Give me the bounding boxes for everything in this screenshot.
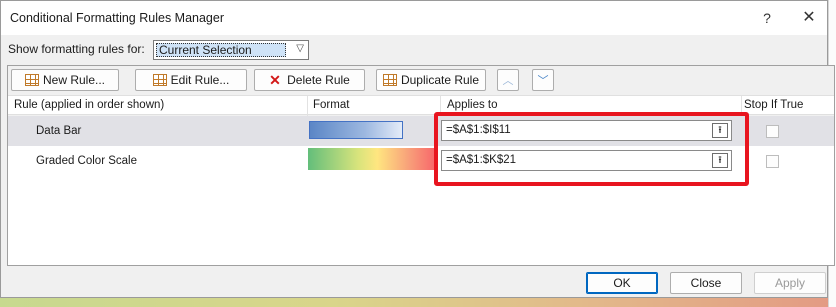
header-divider [307, 96, 308, 116]
apply-button[interactable]: Apply [754, 272, 826, 294]
delete-rule-button[interactable]: ✕ Delete Rule [254, 69, 365, 91]
header-applies-to: Applies to [447, 99, 498, 111]
edit-rule-label: Edit Rule... [170, 73, 230, 87]
rule-name: Graded Color Scale [36, 155, 137, 167]
chevron-up-icon: ︿ [502, 75, 514, 87]
help-button[interactable]: ? [753, 7, 781, 29]
duplicate-rule-button[interactable]: Duplicate Rule [376, 69, 486, 91]
edit-rule-icon [152, 74, 167, 86]
ok-button[interactable]: OK [586, 272, 658, 294]
new-rule-label: New Rule... [42, 73, 106, 87]
close-icon[interactable]: ✕ [795, 7, 823, 29]
conditional-formatting-dialog: Conditional Formatting Rules Manager ? ✕… [0, 0, 835, 298]
duplicate-rule-icon [382, 74, 397, 86]
color-scale-format-preview [308, 148, 434, 170]
rules-toolbar: New Rule... Edit Rule... ✕ Delete Rule D… [8, 66, 834, 94]
move-up-button[interactable]: ︿ [497, 69, 519, 91]
show-rules-selected-value: Current Selection [156, 43, 286, 57]
dialog-title: Conditional Formatting Rules Manager [10, 11, 224, 25]
new-rule-button[interactable]: New Rule... [11, 69, 119, 91]
rule-name: Data Bar [36, 125, 82, 137]
delete-icon: ✕ [269, 72, 281, 88]
title-bar: Conditional Formatting Rules Manager ? ✕ [1, 1, 827, 35]
header-rule: Rule (applied in order shown) [14, 99, 165, 111]
applies-to-highlight-box [434, 112, 749, 186]
edit-rule-button[interactable]: Edit Rule... [135, 69, 247, 91]
data-bar-format-preview [309, 121, 403, 139]
show-rules-label: Show formatting rules for: [8, 42, 145, 56]
delete-rule-label: Delete Rule [287, 73, 350, 87]
new-rule-icon [24, 74, 39, 86]
duplicate-rule-label: Duplicate Rule [400, 73, 480, 87]
show-rules-select[interactable]: Current Selection ▽ [153, 40, 309, 60]
stop-if-true-checkbox[interactable] [766, 125, 779, 138]
header-stop-if-true: Stop If True [744, 99, 804, 111]
header-format: Format [313, 99, 350, 111]
move-down-button[interactable]: ﹀ [532, 69, 554, 91]
chevron-down-icon: ﹀ [537, 75, 549, 87]
close-button[interactable]: Close [670, 272, 742, 294]
chevron-down-icon: ▽ [296, 43, 304, 54]
stop-if-true-checkbox[interactable] [766, 155, 779, 168]
